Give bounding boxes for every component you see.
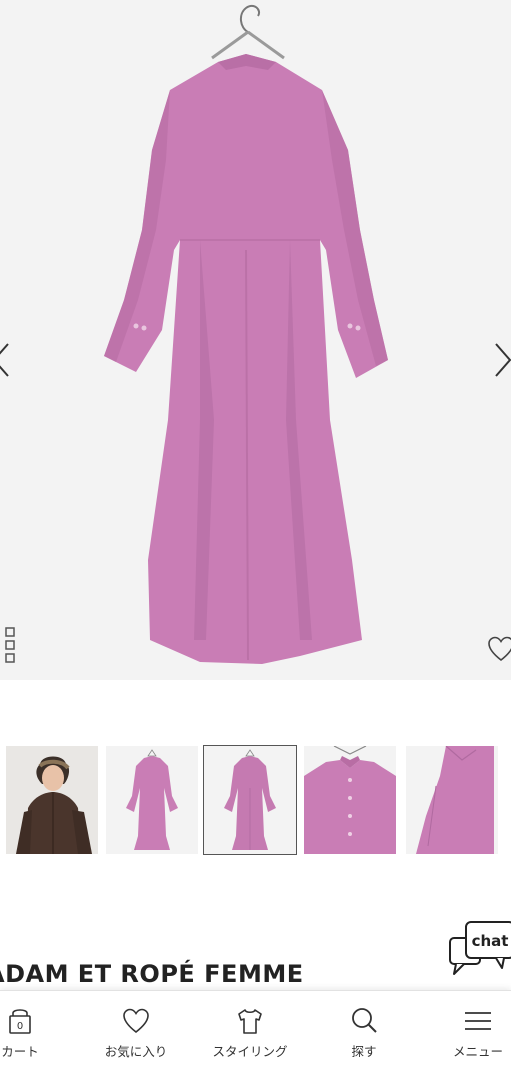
grid-icon bbox=[5, 627, 15, 663]
thumbnail-collar-detail[interactable] bbox=[304, 746, 396, 854]
menu-icon bbox=[465, 1012, 491, 1030]
thumbnail-sleeve-detail[interactable] bbox=[406, 746, 498, 854]
thumbnail-strip bbox=[0, 744, 511, 856]
dress-back-image bbox=[204, 746, 296, 854]
collar-detail-image bbox=[304, 746, 396, 854]
brand-name[interactable]: ADAM ET ROPÉ FEMME bbox=[0, 960, 304, 988]
model-photo-image bbox=[6, 746, 98, 854]
chevron-left-icon bbox=[0, 343, 9, 377]
bottom-navigation: 0 カート お気に入り スタイリング 探す メニュー bbox=[0, 990, 511, 1081]
nav-label-favorites: お気に入り bbox=[104, 1044, 168, 1059]
nav-search[interactable]: 探す bbox=[322, 991, 406, 1081]
chevron-right-icon bbox=[495, 343, 511, 377]
shirt-icon bbox=[238, 1009, 262, 1034]
cart-count-badge: 0 bbox=[17, 1021, 23, 1032]
dress-back-photo bbox=[104, 4, 388, 664]
gallery-next-button[interactable] bbox=[486, 330, 511, 390]
thumbnail-model-photo[interactable] bbox=[6, 746, 98, 854]
nav-cart[interactable]: 0 カート bbox=[0, 991, 62, 1081]
gallery-prev-button[interactable] bbox=[0, 330, 18, 390]
nav-menu[interactable]: メニュー bbox=[436, 991, 511, 1081]
grid-view-button[interactable] bbox=[0, 626, 16, 666]
heart-icon bbox=[488, 636, 511, 662]
dress-front-image bbox=[106, 746, 198, 854]
chat-button[interactable]: chat bbox=[440, 918, 511, 980]
nav-label-menu: メニュー bbox=[452, 1044, 503, 1059]
heart-icon bbox=[123, 1008, 149, 1034]
cart-icon: 0 bbox=[9, 1009, 31, 1034]
chat-icon: chat bbox=[449, 921, 511, 975]
chat-label: chat bbox=[472, 932, 509, 950]
thumbnail-dress-front[interactable] bbox=[106, 746, 198, 854]
search-icon bbox=[352, 1008, 377, 1033]
favorite-button[interactable] bbox=[486, 634, 511, 664]
thumbnail-dress-back[interactable] bbox=[203, 745, 297, 855]
nav-label-styling: スタイリング bbox=[212, 1044, 288, 1059]
nav-styling[interactable]: スタイリング bbox=[200, 991, 300, 1081]
product-main-image[interactable] bbox=[0, 0, 511, 680]
nav-favorites[interactable]: お気に入り bbox=[94, 991, 178, 1081]
sleeve-detail-image bbox=[406, 746, 498, 854]
nav-label-search: 探す bbox=[351, 1044, 377, 1059]
nav-label-cart: カート bbox=[1, 1044, 39, 1059]
